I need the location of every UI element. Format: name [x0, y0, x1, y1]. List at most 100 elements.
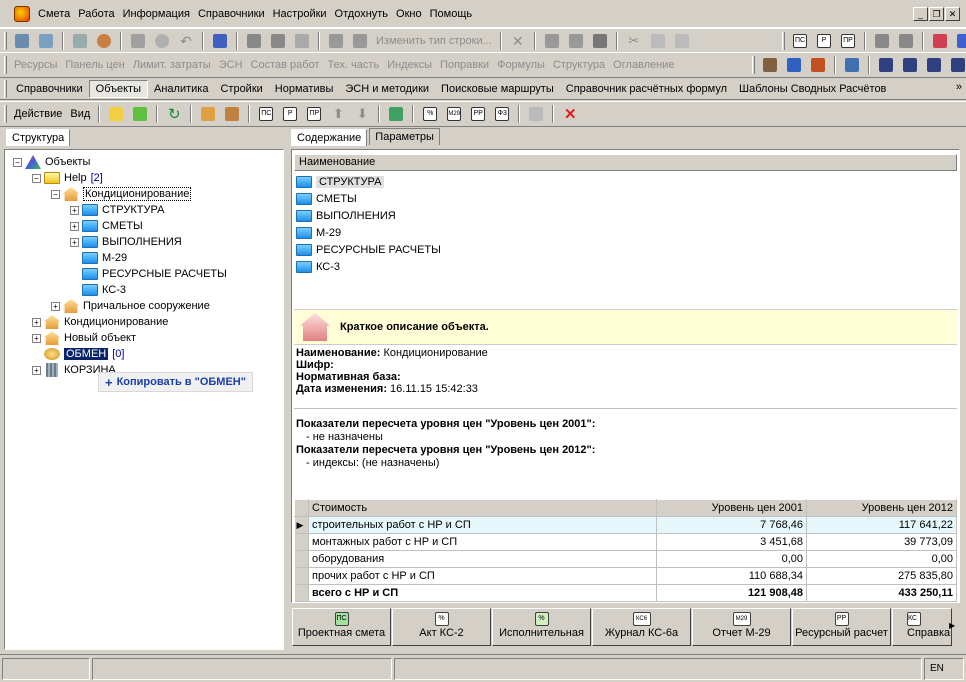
tools2-icon[interactable] [896, 32, 916, 50]
tab-shablony[interactable]: Шаблоны Сводных Расчётов [733, 83, 892, 95]
table-row[interactable]: оборудования 0,00 0,00 [294, 550, 957, 568]
journal-ks6a-button[interactable]: КС6 Журнал КС-6а [592, 608, 691, 646]
tree-node-vypolneniya[interactable]: + ВЫПОЛНЕНИЯ [70, 234, 182, 250]
col-stoimost[interactable]: Стоимость [308, 499, 657, 517]
tree-node-pier[interactable]: + Причальное сооружение [51, 298, 210, 314]
view-menu[interactable]: Вид [66, 108, 94, 120]
view-icon[interactable] [326, 32, 346, 50]
m29-icon[interactable]: М29 [444, 105, 464, 123]
tree-node-conditioning[interactable]: − Кондиционирование [51, 186, 192, 202]
tb-popravki[interactable]: Поправки [436, 59, 493, 71]
house-icon[interactable] [198, 105, 218, 123]
tree-icon[interactable] [12, 32, 32, 50]
app-icon[interactable] [14, 6, 30, 22]
collapse-icon[interactable]: − [32, 173, 41, 183]
tree-node-resource[interactable]: РЕСУРСНЫЕ РАСЧЕТЫ [82, 266, 227, 282]
col-2001[interactable]: Уровень цен 2001 [656, 499, 807, 517]
list-header[interactable]: Наименование [294, 154, 957, 171]
expand-icon[interactable]: + [32, 333, 41, 343]
arrow-down-icon[interactable]: ⬇ [352, 105, 372, 123]
tab-poisk[interactable]: Поисковые маршруты [435, 83, 560, 95]
collapse-icon[interactable]: − [13, 157, 22, 167]
tree-node-smety[interactable]: + СМЕТЫ [70, 218, 143, 234]
level-icon[interactable] [566, 32, 586, 50]
tb-esn[interactable]: ЭСН [215, 59, 247, 71]
list-item[interactable]: КС-3 [296, 258, 956, 275]
list-item[interactable]: СТРУКТУРА [296, 173, 956, 190]
tab-stroiki[interactable]: Стройки [214, 83, 268, 95]
spravka-button[interactable]: КС Справка [892, 608, 952, 646]
tab-analitika[interactable]: Аналитика [148, 83, 214, 95]
list-item[interactable]: СМЕТЫ [296, 190, 956, 207]
save-icon[interactable] [128, 32, 148, 50]
report-m29-button[interactable]: М29 Отчет М-29 [692, 608, 791, 646]
pr-badge-icon[interactable]: ПР [838, 32, 858, 50]
tb-resursy[interactable]: Ресурсы [10, 59, 61, 71]
tree-node-objects[interactable]: − Объекты [13, 154, 90, 170]
import-icon[interactable] [386, 105, 406, 123]
menu-smeta[interactable]: Смета [34, 0, 74, 28]
tools-icon[interactable] [872, 32, 892, 50]
tb-formuly[interactable]: Формулы [493, 59, 549, 71]
bricks-icon[interactable] [808, 56, 828, 74]
list-item[interactable]: ВЫПОЛНЕНИЯ [296, 207, 956, 224]
car-icon[interactable] [842, 56, 862, 74]
more-tabs-icon[interactable]: » [956, 81, 962, 93]
f3-icon[interactable]: Ф3 [492, 105, 512, 123]
move-icon[interactable] [542, 32, 562, 50]
menu-rabota[interactable]: Работа [74, 0, 118, 28]
close-doc-icon[interactable] [70, 32, 90, 50]
recalc-icon[interactable] [210, 32, 230, 50]
action-menu[interactable]: Действие [10, 108, 66, 120]
refresh-green-icon[interactable]: ↻ [164, 105, 184, 123]
menu-otdohnut[interactable]: Отдохнуть [331, 0, 393, 28]
tb-struktura[interactable]: Структура [549, 59, 609, 71]
tb-teh[interactable]: Тех. часть [323, 59, 383, 71]
folder-up-icon[interactable] [106, 105, 126, 123]
refresh-icon[interactable] [152, 32, 172, 50]
tb-sostav[interactable]: Состав работ [247, 59, 324, 71]
properties-icon[interactable] [526, 105, 546, 123]
tree-node-structure[interactable]: + СТРУКТУРА [70, 202, 164, 218]
table-row-total[interactable]: всего с НР и СП 121 908,48 433 250,11 [294, 584, 957, 602]
tab-struktura[interactable]: Структура [6, 129, 71, 146]
table-row[interactable]: ▶ строительных работ с НР и СП 7 768,46 … [294, 516, 957, 534]
pr-new-icon[interactable]: ПР [304, 105, 324, 123]
ps-new-icon[interactable]: ПС [256, 105, 276, 123]
books-blue-icon[interactable] [954, 32, 966, 50]
comment-icon[interactable] [292, 32, 312, 50]
paste-icon[interactable] [672, 32, 692, 50]
menu-spravochniki[interactable]: Справочники [194, 0, 269, 28]
truck-icon[interactable] [784, 56, 804, 74]
close-button[interactable]: ✕ [945, 7, 960, 21]
tree-expand-icon[interactable] [244, 32, 264, 50]
tree-node-conditioning-2[interactable]: + Кондиционирование [32, 314, 168, 330]
delete-icon[interactable]: ✕ [560, 105, 580, 123]
outdent-icon[interactable] [900, 56, 920, 74]
collapse-icon[interactable]: − [51, 189, 60, 199]
copy-icon[interactable] [648, 32, 668, 50]
expand-icon[interactable]: + [32, 365, 41, 375]
list-item[interactable]: М-29 [296, 224, 956, 241]
tab-formuly[interactable]: Справочник расчётных формул [560, 83, 733, 95]
undo-icon[interactable]: ↶ [176, 32, 196, 50]
house-people-icon[interactable] [222, 105, 242, 123]
table-row[interactable]: монтажных работ с НР и СП 3 451,68 39 77… [294, 533, 957, 551]
tb-indeksy[interactable]: Индексы [383, 59, 436, 71]
tab-content[interactable]: Содержание [291, 129, 368, 146]
table-row[interactable]: прочих работ с НР и СП 110 688,34 275 83… [294, 567, 957, 585]
ps-badge-icon[interactable]: ПС [790, 32, 810, 50]
tb-panel-cen[interactable]: Панель цен [61, 59, 128, 71]
search-icon[interactable] [94, 32, 114, 50]
project-estimate-button[interactable]: ПС Проектная смета [292, 608, 391, 646]
scroll-right-icon[interactable]: ▶ [949, 621, 955, 630]
books-red-icon[interactable] [930, 32, 950, 50]
expand-icon[interactable]: + [70, 237, 79, 247]
tree-node-new-object[interactable]: + Новый объект [32, 330, 136, 346]
restore-button[interactable]: ❐ [929, 7, 944, 21]
tree-node-help[interactable]: − Help [2] [32, 170, 103, 186]
change-type-icon[interactable] [350, 32, 370, 50]
arrow-up-icon[interactable]: ⬆ [328, 105, 348, 123]
percent-icon[interactable]: % [420, 105, 440, 123]
act-ks2-button[interactable]: % Акт КС-2 [392, 608, 491, 646]
